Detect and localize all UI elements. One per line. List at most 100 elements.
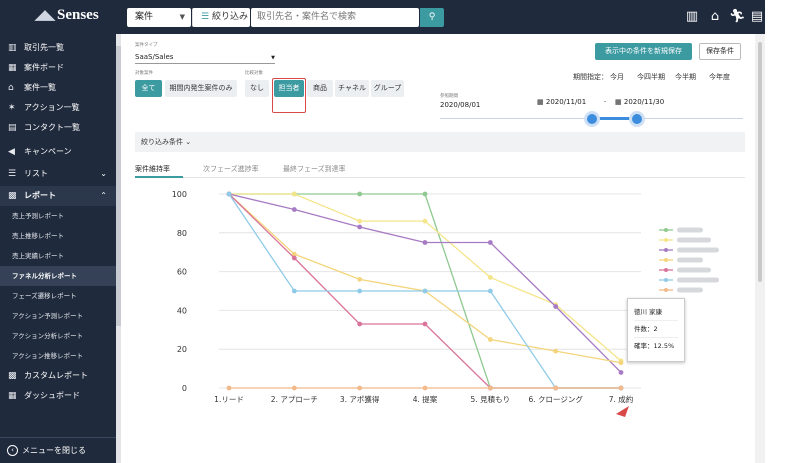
search-button[interactable]: ⚲ [420,8,444,27]
x-tick-label: 7. 成約 [609,394,634,404]
filter-conditions-bar[interactable]: 絞り込み条件 ⌄ [135,132,745,152]
chevron-down-icon: ⌄ [185,138,192,146]
compare-label: 比較対象 [245,71,263,76]
page-margin [765,0,800,463]
y-tick-label: 40 [177,306,187,315]
report-sub-action-forecast[interactable]: アクション予測レポート [0,306,116,326]
megaphone-icon: ◀ [8,147,15,157]
close-menu-label: メニューを閉じる [22,446,86,455]
main-content: 案件タイプ SaaS/Sales ▼ 対象案件 比較対象 全て 期間内発生案件のみ… [121,34,765,463]
legend-marker [664,238,668,242]
data-point [487,288,493,294]
tab-retention[interactable]: 案件維持率 [135,164,170,174]
legend-marker [664,248,668,252]
sidebar-item-report[interactable]: ▩ レポート ⌃ [0,186,116,206]
period-label: 期間指定： [573,73,608,81]
tab-final-phase[interactable]: 最終フェーズ到達率 [283,164,346,174]
calendar-icon: ▦ [537,98,544,106]
close-menu-button[interactable]: ‹ メニューを閉じる [0,437,116,463]
report-sub-phase-transition[interactable]: フェーズ遷移レポート [0,286,116,306]
sidebar: ▥ 取引先一覧 ▦ 案件ボード ⌂ 案件一覧 ✶ アクション一覧 ▤ コンタクト一覧 ◀ キ… [0,34,116,463]
period-quarter[interactable]: 今四半期 [637,72,665,82]
sidebar-item-contacts[interactable]: ▤ コンタクト一覧 [0,118,116,138]
sidebar-item-case-board[interactable]: ▦ 案件ボード [0,58,116,78]
briefcase-icon[interactable]: ⌂ [707,9,723,25]
data-point [357,224,363,230]
legend-label-redacted [677,237,711,243]
case-type-label: 案件タイプ [135,43,158,48]
data-point [553,385,559,391]
filter-button[interactable]: ☰ 絞り込み [192,8,250,27]
sidebar-item-case-list[interactable]: ⌂ 案件一覧 [0,78,116,98]
sidebar-item-label: キャンペーン [24,147,72,156]
range-start[interactable]: ▦ 2020/11/01 [537,98,586,106]
case-type-select[interactable]: SaaS/Sales ▼ [135,53,275,64]
contact-card-icon[interactable]: ▤ [750,9,764,25]
type-select[interactable]: 案件 ▼ [127,8,191,27]
building-icon[interactable]: ▥ [684,9,700,25]
report-sub-action-trend[interactable]: アクション推移レポート [0,346,116,366]
compare-channel-button[interactable]: チャネル [335,80,369,97]
range-slider-handle-end[interactable] [629,111,645,127]
report-sub-sales-actual[interactable]: 売上実績レポート [0,246,116,266]
chart-icon: ▩ [8,371,17,381]
report-sub-funnel[interactable]: ファネル分析レポート [0,266,116,286]
data-point [553,348,559,354]
sidebar-item-actions[interactable]: ✶ アクション一覧 [0,98,116,118]
search-input[interactable] [251,8,419,27]
x-tick-label: 6. クロージング [528,394,583,404]
app: ◢◣Senses 案件▼ ☰ 絞り込み ⚲ ▥ ⌂ 🏃︎ ▤ ▥取引先一覧 ▦案… [0,0,800,463]
sidebar-item-custom-report[interactable]: ▩ カスタムレポート [0,366,116,386]
data-point [422,288,428,294]
legend-label-redacted [677,227,703,233]
y-tick-label: 60 [177,268,187,277]
data-point [618,370,624,375]
sidebar-item-label: 案件一覧 [24,83,56,92]
briefcase-icon: ⌂ [8,83,14,93]
legend-marker [664,278,668,282]
target-all-button[interactable]: 全て [135,80,162,97]
data-point [357,218,363,224]
logo[interactable]: ◢◣ Senses [35,7,99,24]
save-new-condition-button[interactable]: 表示中の条件を新規保存 [595,43,692,60]
main-scrollbar-thumb[interactable] [758,42,762,282]
range-end[interactable]: ▦ 2020/11/30 [615,98,664,106]
tooltip-count: 件数：2 [634,321,678,338]
report-sub-sales-forecast[interactable]: 売上予測レポート [0,206,116,226]
report-sub-sales-trend[interactable]: 売上推移レポート [0,226,116,246]
runner-icon[interactable]: 🏃︎ [729,9,746,25]
main-scrollbar[interactable] [755,34,765,463]
sidebar-item-label: コンタクト一覧 [24,123,80,132]
data-point [291,207,297,212]
filter-icon: ☰ [201,12,210,22]
data-point [618,385,624,391]
sidebar-item-dashboard[interactable]: ▦ ダッシュボード [0,386,116,406]
period-half[interactable]: 今半期 [675,72,696,82]
x-tick-label: 1.リード [214,395,244,404]
period-month[interactable]: 今月 [610,72,624,82]
x-tick-label: 4. 提案 [413,394,438,404]
legend-label-redacted [677,247,719,253]
target-period-button[interactable]: 期間内発生案件のみ [165,80,237,97]
range-start-value: 2020/11/01 [545,98,587,106]
logo-mark-icon: ◢◣ [35,7,55,22]
sidebar-item-accounts[interactable]: ▥ 取引先一覧 [0,38,116,58]
building-icon: ▥ [8,43,17,53]
compare-group-button[interactable]: グループ [371,80,404,97]
chevron-left-icon: ‹ [7,445,18,456]
sidebar-item-list[interactable]: ☰ リスト ⌄ [0,164,116,184]
compare-product-button[interactable]: 商品 [307,80,333,97]
data-point [291,255,297,261]
sidebar-item-campaign[interactable]: ◀ キャンペーン [0,142,116,162]
list-icon: ☰ [8,169,17,179]
range-slider-handle-start[interactable] [584,111,600,127]
tooltip-pointer-icon [616,406,629,417]
caret-down-icon: ▼ [179,13,185,21]
data-point [487,275,493,280]
compare-none-button[interactable]: なし [245,80,269,97]
data-point [553,304,559,309]
period-year[interactable]: 今年度 [709,72,730,82]
report-sub-action-analysis[interactable]: アクション分析レポート [0,326,116,346]
tab-next-phase[interactable]: 次フェーズ進捗率 [203,164,259,174]
saved-conditions-button[interactable]: 保存条件 [699,43,741,60]
